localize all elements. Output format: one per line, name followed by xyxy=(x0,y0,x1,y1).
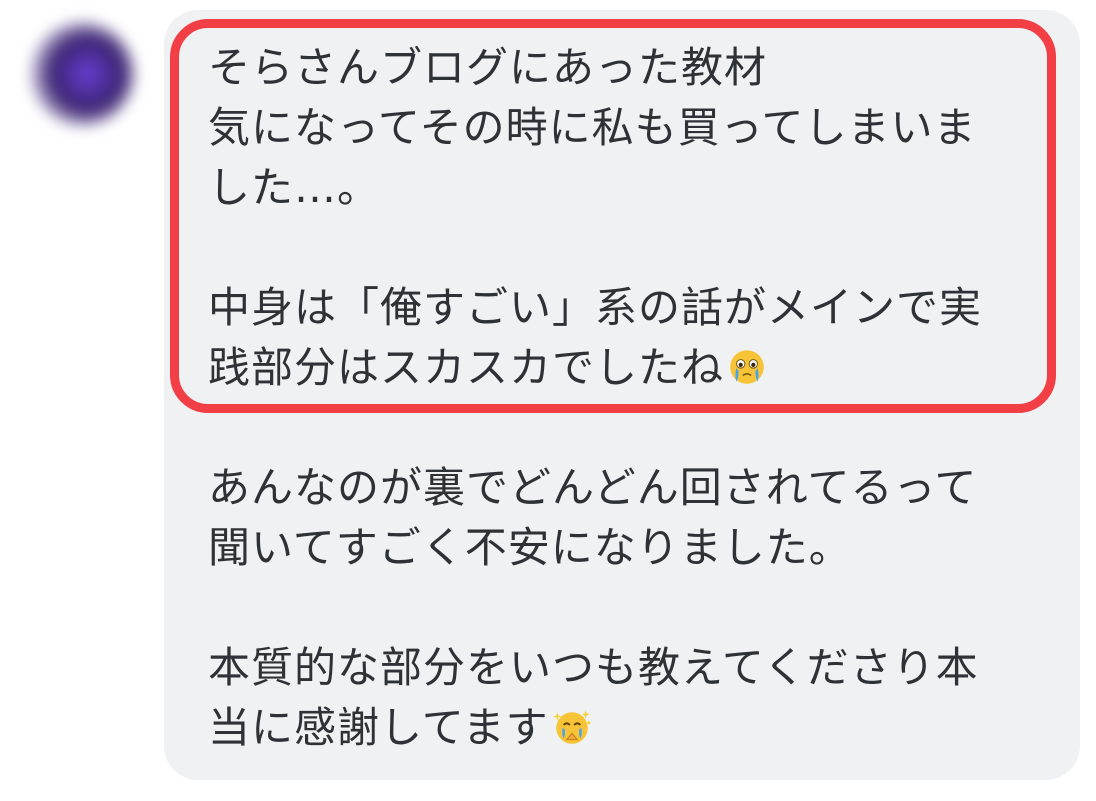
grateful-face-emoji xyxy=(552,710,591,744)
message-line-empty xyxy=(208,218,982,278)
message-line: 中身は「俺すごい」系の話がメインで実 xyxy=(208,283,983,332)
message-line: 践部分はスカスカでしたね xyxy=(208,343,725,392)
highlighted-message-text: そらさんブログにあった教材 気になってその時に私も買ってしまいま した…。 中身… xyxy=(208,38,982,398)
message-line: 当に感謝してます xyxy=(208,703,549,752)
message-paragraph: あんなのが裏でどんどん回されてるって 聞いてすごく不安になりました。 xyxy=(208,458,977,578)
message-line: そらさんブログにあった教材 xyxy=(208,43,768,92)
message-line-with-emoji: 当に感謝してます xyxy=(208,698,979,758)
message-line: 聞いてすごく不安になりました。 xyxy=(208,523,852,572)
message-line-with-emoji: 践部分はスカスカでしたね xyxy=(208,338,982,398)
message-line: 気になってその時に私も買ってしまいま xyxy=(208,103,977,152)
message-line: した…。 xyxy=(208,163,381,212)
crying-face-emoji xyxy=(730,350,764,384)
message-line: 本質的な部分をいつも教えてくださり本 xyxy=(208,643,979,692)
message-paragraph: 本質的な部分をいつも教えてくださり本 当に感謝してます xyxy=(208,638,979,758)
avatar[interactable] xyxy=(30,22,134,126)
message-line: あんなのが裏でどんどん回されてるって xyxy=(208,463,978,512)
